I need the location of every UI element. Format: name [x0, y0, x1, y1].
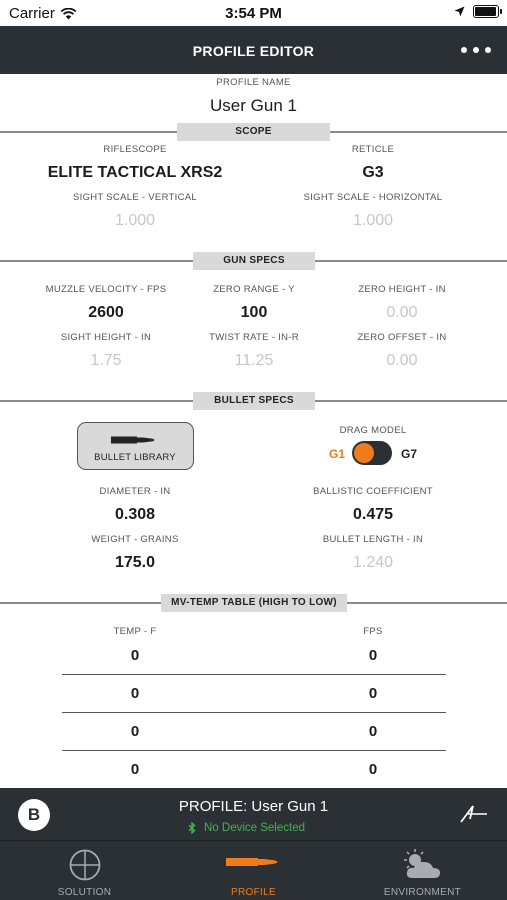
bullet-length-field[interactable]: 1.240 [273, 554, 473, 572]
weight-field[interactable]: 175.0 [35, 554, 235, 572]
sight-scale-horizontal-label: SIGHT SCALE - HORIZONTAL [303, 192, 443, 203]
tab-environment[interactable]: ENVIRONMENT [338, 841, 507, 900]
row-separator [62, 712, 446, 714]
tab-profile[interactable]: PROFILE [169, 841, 338, 900]
diameter-field[interactable]: 0.308 [35, 506, 235, 524]
toggle-knob [354, 443, 374, 463]
temp-cell[interactable]: 0 [105, 685, 165, 702]
more-options-button[interactable] [461, 40, 491, 60]
carrier-info: Carrier [9, 5, 77, 22]
zero-height-label: ZERO HEIGHT - IN [358, 284, 446, 295]
tab-environment-label: ENVIRONMENT [383, 887, 462, 898]
drag-g7-option[interactable]: G7 [401, 447, 417, 461]
tab-profile-label: PROFILE [231, 887, 276, 898]
sight-scale-vertical-label: SIGHT SCALE - VERTICAL [73, 192, 197, 203]
tab-solution-label: SOLUTION [57, 887, 112, 898]
temp-cell[interactable]: 0 [105, 723, 165, 740]
drag-g1-option[interactable]: G1 [329, 447, 345, 461]
location-arrow-icon [454, 6, 465, 17]
device-status-label: No Device Selected [204, 822, 305, 834]
sight-height-label: SIGHT HEIGHT - IN [60, 332, 152, 343]
mv-temp-section-title: MV-TEMP TABLE (HIGH TO LOW) [161, 594, 347, 612]
reticle-field[interactable]: G3 [273, 164, 473, 182]
muzzle-velocity-field[interactable]: 2600 [36, 304, 176, 322]
bullet-library-button[interactable]: BULLET LIBRARY [77, 422, 194, 470]
brand-logo[interactable]: B [18, 799, 50, 831]
zero-offset-label: ZERO OFFSET - IN [357, 332, 447, 343]
bullet-length-label: BULLET LENGTH - IN [322, 534, 424, 545]
battery-icon [473, 5, 502, 18]
muzzle-velocity-label: MUZZLE VELOCITY - FPS [45, 284, 167, 295]
sight-scale-horizontal-field[interactable]: 1.000 [273, 212, 473, 230]
bullet-library-label: BULLET LIBRARY [94, 452, 176, 463]
wifi-icon [60, 7, 77, 19]
status-right [454, 5, 502, 18]
brand-mark-icon [460, 805, 487, 823]
status-bar: Carrier 3:54 PM [0, 0, 507, 26]
carrier-label: Carrier [9, 5, 55, 22]
bullet-specs-section-title: BULLET SPECS [193, 392, 315, 410]
ballistic-coefficient-label: BALLISTIC COEFFICIENT [313, 486, 433, 497]
more-dots-icon [461, 47, 467, 53]
zero-range-field[interactable]: 100 [184, 304, 324, 322]
header-bar: PROFILE EDITOR [0, 26, 507, 74]
drag-model-label: DRAG MODEL [339, 425, 407, 436]
sight-scale-vertical-field[interactable]: 1.000 [35, 212, 235, 230]
twist-rate-label: TWIST RATE - IN-R [209, 332, 299, 343]
scope-section-title: SCOPE [177, 123, 330, 141]
profile-name-field[interactable]: User Gun 1 [0, 96, 507, 116]
weight-label: WEIGHT - GRAINS [91, 534, 179, 545]
weather-icon [403, 849, 440, 878]
device-status[interactable]: No Device Selected [188, 822, 305, 834]
crosshair-icon [69, 849, 100, 881]
bluetooth-icon [188, 822, 196, 834]
bullet-icon [225, 858, 277, 866]
gun-specs-section-title: GUN SPECS [193, 252, 315, 270]
fps-cell[interactable]: 0 [343, 647, 403, 664]
current-profile-text: PROFILE: User Gun 1 [178, 798, 329, 815]
bullet-icon [111, 436, 155, 444]
row-separator [62, 750, 446, 752]
temp-cell[interactable]: 0 [105, 761, 165, 778]
riflescope-label: RIFLESCOPE [103, 144, 167, 155]
row-separator [62, 674, 446, 676]
tab-solution[interactable]: SOLUTION [0, 841, 169, 900]
page-title: PROFILE EDITOR [192, 43, 315, 59]
reticle-label: RETICLE [351, 144, 395, 155]
fps-cell[interactable]: 0 [343, 685, 403, 702]
profile-name-label: PROFILE NAME [216, 77, 291, 88]
fps-cell[interactable]: 0 [343, 723, 403, 740]
sight-height-field[interactable]: 1.75 [36, 352, 176, 370]
riflescope-field[interactable]: ELITE TACTICAL XRS2 [15, 164, 255, 182]
temp-cell[interactable]: 0 [105, 647, 165, 664]
profile-status-bar: B PROFILE: User Gun 1 No Device Selected [0, 788, 507, 840]
fps-column-header: FPS [363, 626, 383, 637]
zero-height-field[interactable]: 0.00 [332, 304, 472, 322]
diameter-label: DIAMETER - IN [99, 486, 171, 497]
tab-bar: SOLUTION PROFILE ENVIRONMENT [0, 840, 507, 900]
zero-range-label: ZERO RANGE - Y [213, 284, 295, 295]
fps-cell[interactable]: 0 [343, 761, 403, 778]
temp-column-header: TEMP - F [113, 626, 157, 637]
twist-rate-field[interactable]: 11.25 [184, 352, 324, 370]
drag-model-toggle[interactable] [352, 441, 392, 465]
ballistic-coefficient-field[interactable]: 0.475 [273, 506, 473, 524]
zero-offset-field[interactable]: 0.00 [332, 352, 472, 370]
